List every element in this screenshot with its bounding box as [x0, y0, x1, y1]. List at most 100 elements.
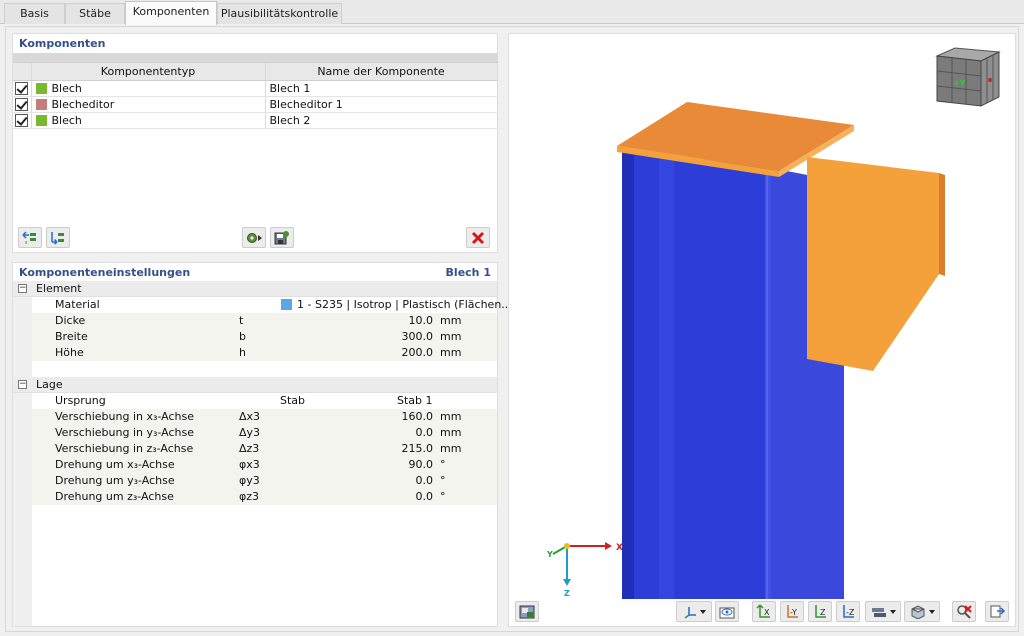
property-value[interactable]: 10.0: [409, 314, 434, 327]
material-color-swatch: [281, 299, 292, 310]
property-row[interactable]: Drehung um z₃-Achse φz3 0.0 °: [13, 489, 497, 505]
save-button[interactable]: [270, 227, 294, 248]
row-checkbox[interactable]: [15, 81, 28, 95]
property-symbol: t: [239, 314, 244, 327]
svg-text:Z: Z: [820, 608, 826, 617]
property-value[interactable]: 200.0: [402, 346, 434, 359]
components-panel-title: Komponenten: [19, 37, 106, 50]
move-down-button[interactable]: [46, 227, 70, 248]
column-header-name[interactable]: Name der Komponente: [265, 62, 498, 81]
collapse-toggle-icon[interactable]: −: [18, 380, 27, 389]
property-symbol: h: [239, 346, 246, 359]
property-row[interactable]: Drehung um x₃-Achse φx3 90.0 °: [13, 457, 497, 473]
property-name: Verschiebung in z₃-Achse: [55, 442, 194, 455]
property-row-origin[interactable]: Ursprung Stab Stab 1: [13, 393, 497, 409]
property-row[interactable]: Breite b 300.0 mm: [13, 329, 497, 345]
view-minus-y-button[interactable]: -Y: [780, 601, 804, 622]
view-x-button[interactable]: X: [752, 601, 776, 622]
property-row[interactable]: Verschiebung in y₃-Achse Δy3 0.0 mm: [13, 425, 497, 441]
view-z-icon: Z: [815, 605, 826, 618]
property-value[interactable]: 300.0: [402, 330, 434, 343]
table-row[interactable]: Blech Blech 1: [13, 80, 498, 97]
origin-type[interactable]: Stab: [280, 394, 305, 407]
component-type: Blech: [51, 113, 82, 127]
view-options-button[interactable]: [715, 601, 739, 622]
render-mode-icon: [519, 605, 535, 618]
model-view-canvas[interactable]: X Y Z +Y: [509, 34, 1015, 599]
axis-view-icon: [684, 606, 696, 619]
components-table: Komponententyp Name der Komponente Blech…: [13, 53, 498, 129]
property-row[interactable]: Verschiebung in x₃-Achse Δx3 160.0 mm: [13, 409, 497, 425]
property-name: Dicke: [55, 314, 86, 327]
component-name[interactable]: Blecheditor 1: [265, 96, 498, 113]
property-row[interactable]: Dicke t 10.0 mm: [13, 313, 497, 329]
property-unit: °: [440, 474, 446, 487]
tab-label: Basis: [20, 7, 49, 20]
tab-komponenten[interactable]: Komponenten: [125, 1, 217, 25]
move-up-button[interactable]: [18, 227, 42, 248]
collapse-toggle-icon[interactable]: −: [18, 284, 27, 293]
side-plate-edge: [939, 173, 945, 276]
tab-label: Stäbe: [79, 7, 111, 20]
property-name: Verschiebung in y₃-Achse: [55, 426, 194, 439]
save-icon: [274, 231, 289, 245]
property-name: Material: [55, 298, 100, 311]
tab-staebe[interactable]: Stäbe: [65, 3, 125, 24]
property-symbol: Δz3: [239, 442, 260, 455]
table-row[interactable]: Blecheditor Blecheditor 1: [13, 96, 498, 113]
property-name: Drehung um y₃-Achse: [55, 474, 175, 487]
component-name[interactable]: Blech 2: [265, 112, 498, 129]
main-frame: Komponenten Komponententyp Name der Komp…: [5, 26, 1019, 632]
tab-plausibilitaetskontrolle[interactable]: Plausibilitätskontrolle: [217, 3, 342, 24]
axis-view-button[interactable]: [676, 601, 712, 622]
render-mode-button[interactable]: [515, 601, 539, 622]
property-value[interactable]: 90.0: [409, 458, 434, 471]
property-row[interactable]: Verschiebung in z₃-Achse Δz3 215.0 mm: [13, 441, 497, 457]
view-z-button[interactable]: Z: [808, 601, 832, 622]
model-viewer[interactable]: X Y Z +Y X -Y Z -Z: [508, 33, 1016, 627]
display-options-button[interactable]: [865, 601, 901, 622]
property-value[interactable]: 0.0: [416, 490, 434, 503]
box-view-button[interactable]: [904, 601, 940, 622]
column-flange-highlight: [659, 159, 674, 599]
section-element[interactable]: − Element: [13, 281, 497, 297]
exit-button[interactable]: [985, 601, 1009, 622]
property-value[interactable]: 215.0: [402, 442, 434, 455]
table-row[interactable]: Blech Blech 2: [13, 112, 498, 129]
property-name: Drehung um x₃-Achse: [55, 458, 175, 471]
section-lage[interactable]: − Lage: [13, 377, 497, 393]
property-row[interactable]: Höhe h 200.0 mm: [13, 345, 497, 361]
origin-member[interactable]: Stab 1: [397, 394, 433, 407]
axis-label-z: Z: [564, 589, 570, 598]
material-value[interactable]: 1 - S235 | Isotrop | Plastisch (Flächen.…: [297, 298, 512, 311]
component-name[interactable]: Blech 1: [265, 80, 498, 97]
property-row-material[interactable]: Material 1 - S235 | Isotrop | Plastisch …: [13, 297, 512, 313]
gear-arrow-button[interactable]: [242, 227, 266, 248]
column-header-type[interactable]: Komponententyp: [31, 62, 266, 81]
property-unit: mm: [440, 314, 462, 327]
property-row[interactable]: Drehung um y₃-Achse φy3 0.0 °: [13, 473, 497, 489]
view-minus-z-button[interactable]: -Z: [836, 601, 860, 622]
zoom-reset-button[interactable]: [952, 601, 976, 622]
property-unit: mm: [440, 410, 462, 423]
tab-basis[interactable]: Basis: [4, 3, 65, 24]
row-checkbox[interactable]: [15, 113, 28, 127]
navigation-cube[interactable]: +Y: [935, 47, 1001, 107]
zoom-reset-icon: [957, 605, 972, 619]
property-unit: mm: [440, 442, 462, 455]
property-name: Drehung um z₃-Achse: [55, 490, 174, 503]
property-value[interactable]: 0.0: [416, 426, 434, 439]
row-checkbox[interactable]: [15, 97, 28, 111]
tab-label: Komponenten: [132, 5, 210, 18]
property-value[interactable]: 0.0: [416, 474, 434, 487]
gear-arrow-icon: [247, 232, 262, 243]
property-unit: mm: [440, 426, 462, 439]
property-unit: mm: [440, 346, 462, 359]
component-type: Blecheditor: [51, 97, 115, 111]
delete-button[interactable]: [466, 227, 490, 248]
svg-text:-Z: -Z: [846, 608, 855, 617]
selected-component-label: Blech 1: [445, 266, 491, 279]
property-value[interactable]: 160.0: [402, 410, 434, 423]
view-minus-z-icon: -Z: [843, 605, 855, 618]
view-options-icon: [719, 607, 735, 618]
